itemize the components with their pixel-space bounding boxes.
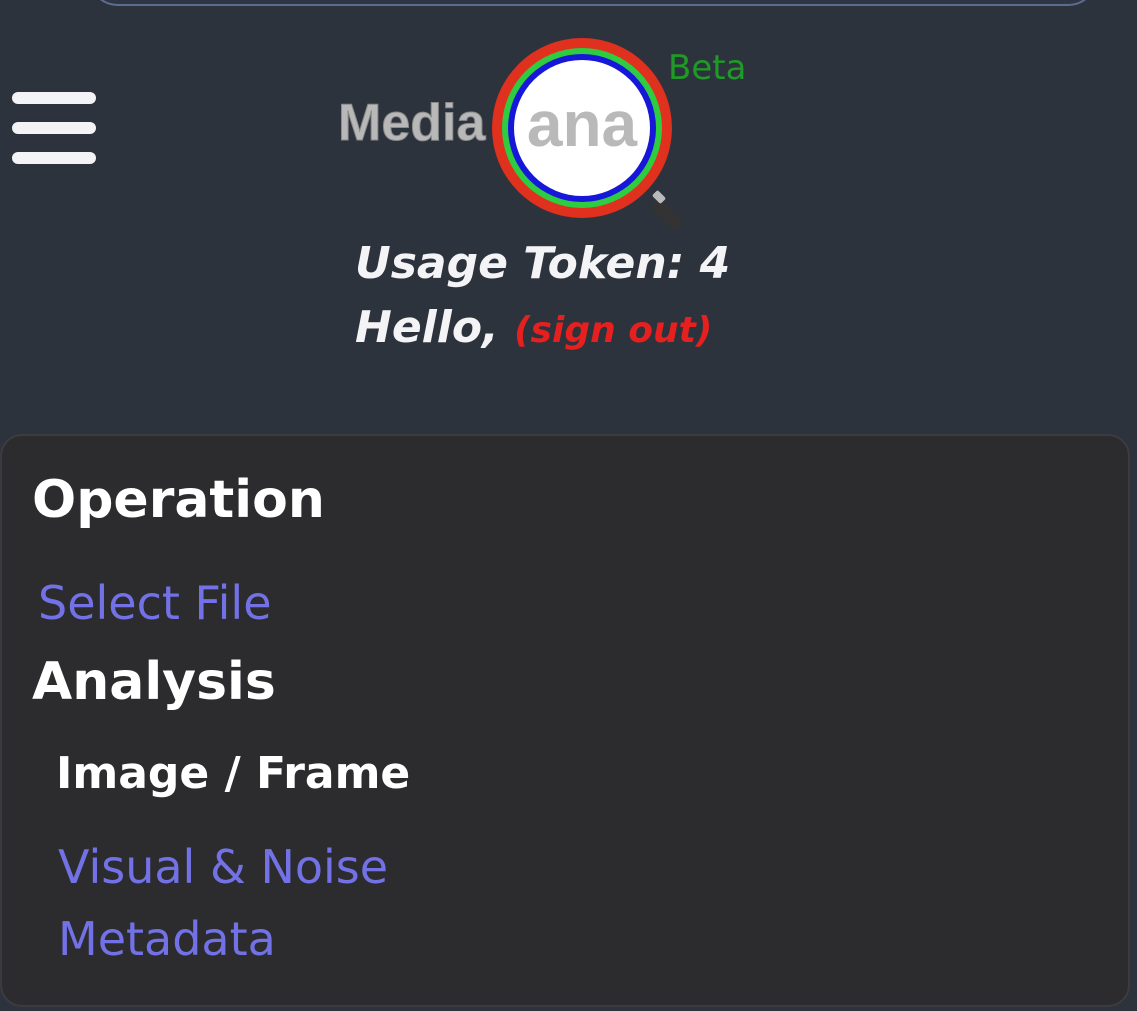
top-search-bar-edge[interactable]	[88, 0, 1098, 6]
logo-text-ana: ana	[527, 88, 638, 160]
visual-noise-link[interactable]: Visual & Noise	[58, 840, 388, 894]
hamburger-menu-icon[interactable]	[12, 92, 96, 164]
usage-token-text: Usage Token: 4	[355, 238, 731, 289]
user-info: Usage Token: 4 Hello, (sign out)	[355, 232, 730, 363]
greeting-line: Hello, (sign out)	[355, 296, 730, 363]
menu-bar-middle	[12, 122, 96, 134]
beta-label: Beta	[668, 48, 747, 88]
menu-bar-bottom	[12, 152, 96, 164]
sign-out-link[interactable]: (sign out)	[514, 310, 712, 351]
logo-text-media: Media	[338, 94, 486, 152]
operation-heading: Operation	[32, 470, 325, 530]
metadata-link[interactable]: Metadata	[58, 912, 276, 966]
analysis-heading: Analysis	[32, 652, 276, 712]
menu-bar-top	[12, 92, 96, 104]
select-file-link[interactable]: Select File	[38, 576, 272, 630]
magnifier-handle-icon	[652, 190, 682, 230]
image-frame-heading: Image / Frame	[56, 748, 411, 799]
hello-text: Hello,	[355, 302, 515, 353]
page: Media ana Beta Usage Token: 4 Hello, (si…	[0, 0, 1137, 1011]
